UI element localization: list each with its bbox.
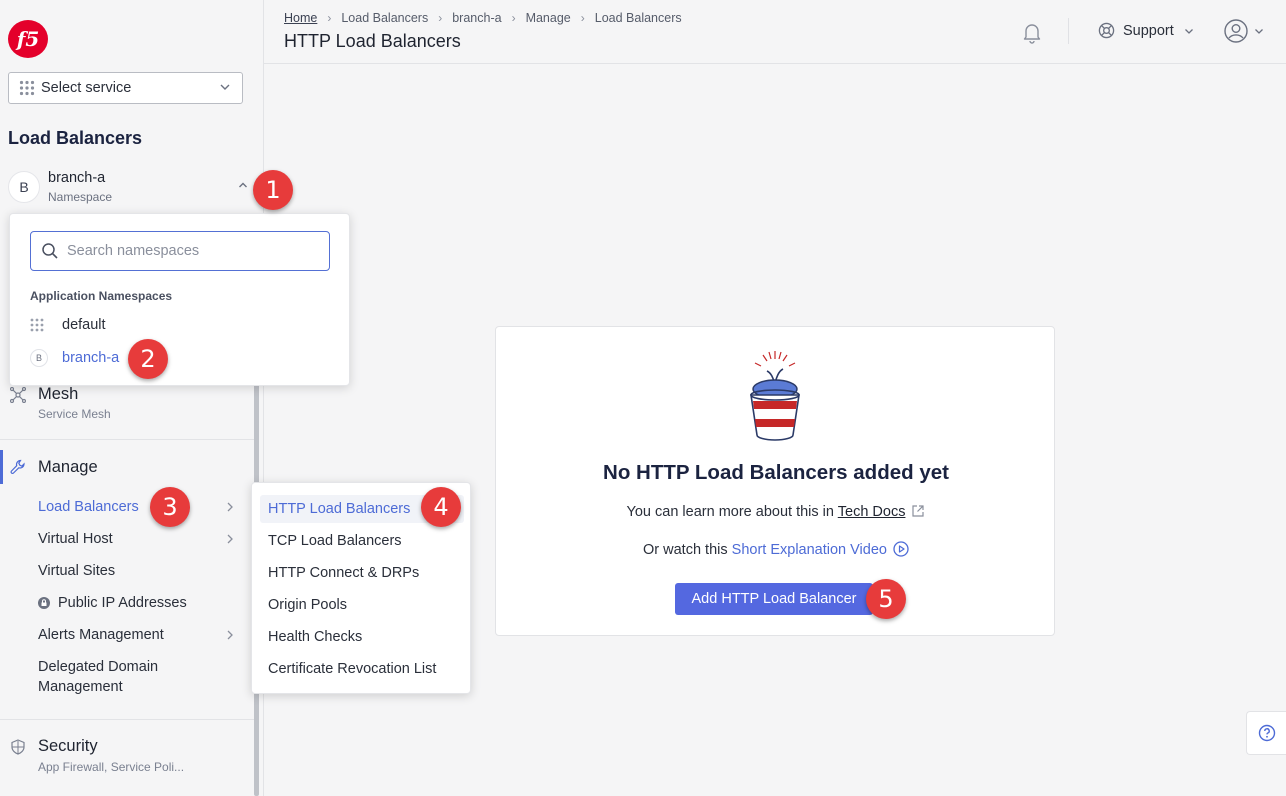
step-badge: 3 [150, 487, 190, 527]
lock-icon [38, 597, 50, 609]
chevron-up-icon[interactable] [238, 180, 248, 190]
namespace-option-label: branch-a [62, 350, 120, 366]
apps-grid-icon [30, 318, 44, 332]
namespace-search-input[interactable] [67, 243, 307, 259]
chevron-right-icon: › [580, 11, 585, 25]
namespace-dropdown: Application Namespaces default B branch-… [9, 213, 350, 386]
chevron-down-icon [220, 84, 230, 90]
mesh-icon [10, 387, 26, 403]
chevron-right-icon: › [438, 11, 443, 25]
breadcrumb: Home › Load Balancers › branch-a › Manag… [284, 11, 682, 25]
nav-alerts-management[interactable]: Alerts Management [38, 627, 164, 643]
play-circle-icon[interactable] [893, 541, 909, 557]
docs-prefix: You can learn more about this in [626, 504, 834, 520]
header-divider [1068, 18, 1069, 44]
namespace-search[interactable] [30, 231, 330, 271]
namespace-name: branch-a [48, 170, 106, 186]
empty-state-video-line: Or watch this Short Explanation Video [496, 541, 1056, 558]
chevron-right-icon [227, 534, 233, 544]
menu-item-certificate-revocation-list[interactable]: Certificate Revocation List [260, 655, 464, 683]
user-avatar-icon [1224, 19, 1248, 43]
help-button[interactable] [1246, 711, 1286, 755]
active-indicator [0, 450, 3, 484]
support-label: Support [1123, 22, 1174, 39]
nav-security-title: Security [38, 737, 98, 755]
namespace-group-label: Application Namespaces [30, 289, 173, 303]
step-badge: 5 [866, 579, 906, 619]
nav-manage-title[interactable]: Manage [38, 458, 98, 477]
namespace-selector[interactable]: B branch-a Namespace [8, 168, 258, 208]
nav-delegated-domain-line2[interactable]: Management [38, 679, 123, 695]
nav-virtual-sites[interactable]: Virtual Sites [38, 563, 115, 579]
menu-item-http-connect-drps[interactable]: HTTP Connect & DRPs [260, 559, 464, 587]
nav-load-balancers[interactable]: Load Balancers [38, 499, 139, 515]
namespace-sub: Namespace [48, 190, 113, 204]
user-menu[interactable] [1224, 19, 1264, 43]
empty-state-title: No HTTP Load Balancers added yet [603, 461, 949, 484]
nav-mesh-sub: Service Mesh [38, 407, 111, 421]
chevron-down-icon [1184, 28, 1193, 34]
lifebuoy-icon [1098, 22, 1115, 39]
breadcrumb-item: branch-a [452, 11, 502, 25]
nav-security-sub: App Firewall, Service Poli... [38, 760, 185, 774]
top-header: Home › Load Balancers › branch-a › Manag… [264, 0, 1286, 64]
nav-virtual-host[interactable]: Virtual Host [38, 531, 113, 547]
breadcrumb-item: Load Balancers [341, 11, 429, 25]
step-badge: 4 [421, 487, 461, 527]
plant-pot-illustration [750, 351, 800, 441]
step-badge: 2 [128, 339, 168, 379]
empty-state-card: No HTTP Load Balancers added yet You can… [495, 326, 1055, 636]
section-title: Load Balancers [8, 128, 143, 148]
empty-state-docs-line: You can learn more about this in Tech Do… [496, 504, 1056, 520]
nav-mesh[interactable]: Mesh Service Mesh [0, 380, 254, 440]
menu-item-origin-pools[interactable]: Origin Pools [260, 591, 464, 619]
breadcrumb-home[interactable]: Home [284, 11, 317, 25]
namespace-option-default[interactable]: default [30, 313, 106, 337]
add-http-load-balancer-button[interactable]: Add HTTP Load Balancer [675, 583, 873, 615]
menu-item-health-checks[interactable]: Health Checks [260, 623, 464, 651]
page-title: HTTP Load Balancers [284, 31, 461, 51]
namespace-option-avatar: B [30, 349, 48, 367]
namespace-option-label: default [62, 317, 106, 333]
chevron-down-icon [1255, 29, 1263, 34]
step-badge: 1 [253, 170, 293, 210]
namespace-avatar: B [8, 171, 40, 203]
chevron-right-icon: › [327, 11, 332, 25]
chevron-right-icon: › [511, 11, 516, 25]
svg-text:f5: f5 [15, 27, 40, 51]
chevron-right-icon [227, 630, 233, 640]
wrench-icon [10, 459, 25, 474]
breadcrumb-item: Manage [525, 11, 571, 25]
nav-security[interactable]: Security App Firewall, Service Poli... [0, 719, 254, 796]
menu-item-tcp-load-balancers[interactable]: TCP Load Balancers [260, 527, 464, 555]
chevron-right-icon [227, 502, 233, 512]
breadcrumb-item: Load Balancers [594, 11, 682, 25]
nav-public-ip-label: Public IP Addresses [58, 595, 187, 611]
question-circle-icon [1258, 724, 1275, 742]
tech-docs-link[interactable]: Tech Docs [838, 504, 906, 520]
sidebar: f5 Select service Load Balancers B branc… [0, 0, 264, 796]
nav-public-ip[interactable]: Public IP Addresses [38, 595, 187, 611]
nav-mesh-title: Mesh [38, 385, 79, 403]
select-service-dropdown[interactable]: Select service [8, 72, 243, 104]
nav-delegated-domain[interactable]: Delegated Domain [38, 659, 158, 675]
search-icon [42, 243, 58, 259]
support-menu[interactable]: Support [1098, 22, 1202, 39]
namespace-option-branch-a[interactable]: B branch-a [30, 346, 119, 370]
f5-logo[interactable]: f5 [7, 19, 49, 59]
bell-icon[interactable] [1020, 20, 1044, 44]
apps-grid-icon [19, 80, 35, 96]
select-service-label: Select service [41, 80, 132, 96]
video-prefix: Or watch this [643, 542, 728, 558]
external-link-icon[interactable] [911, 504, 925, 518]
short-video-link[interactable]: Short Explanation Video [732, 542, 887, 558]
shield-icon [11, 739, 25, 755]
